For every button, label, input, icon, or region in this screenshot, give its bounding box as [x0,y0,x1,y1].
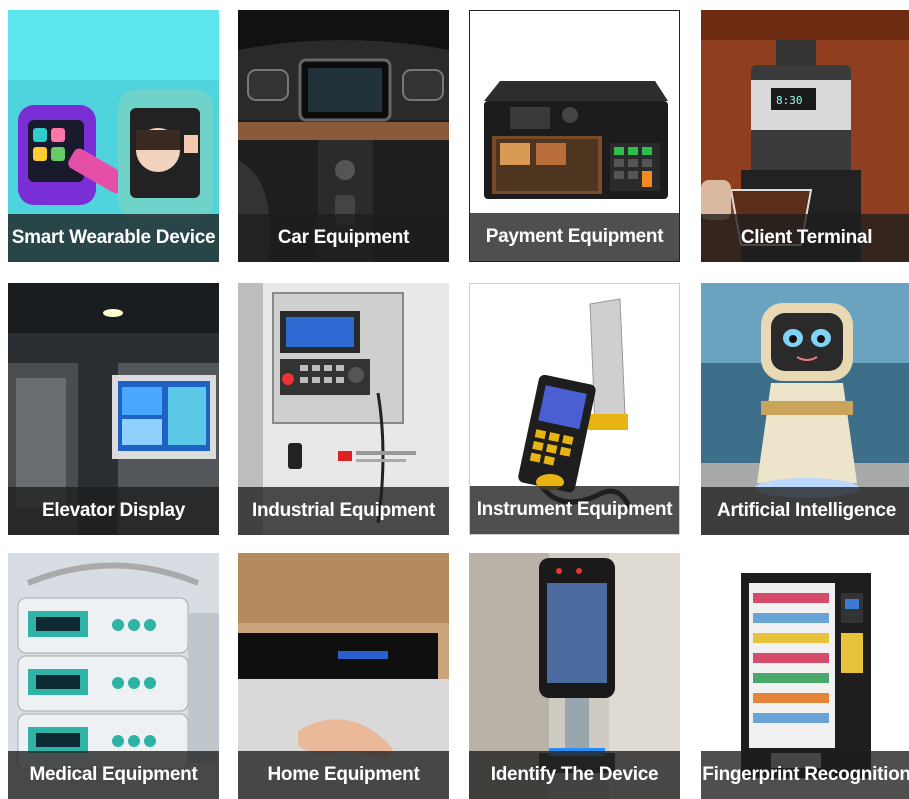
tile-identify-the-device[interactable]: Identify The Device [469,553,680,799]
tile-industrial-equipment[interactable]: Industrial Equipment [238,283,449,535]
tile-label: Elevator Display [8,487,219,535]
tile-home-equipment[interactable]: Home Equipment [238,553,449,799]
tile-fingerprint-recognition[interactable]: Fingerprint Recognition [701,553,909,799]
tile-label: Car Equipment [238,214,449,262]
tile-label: Identify The Device [469,751,680,799]
tile-label: Home Equipment [238,751,449,799]
tile-medical-equipment[interactable]: Medical Equipment [8,553,219,799]
product-category-grid: Smart Wearable Device Car Equipment Paym… [0,0,909,799]
tile-label: Industrial Equipment [238,487,449,535]
svg-text:8:30: 8:30 [776,94,803,107]
tile-label: Instrument Equipment [470,486,679,534]
tile-instrument-equipment[interactable]: Instrument Equipment [469,283,680,535]
tile-client-terminal[interactable]: 8:30 Client Terminal [701,10,909,262]
tile-label: Client Terminal [701,214,909,262]
tile-label: Payment Equipment [470,213,679,261]
tile-elevator-display[interactable]: Elevator Display [8,283,219,535]
tile-label: Fingerprint Recognition [701,751,909,799]
tile-label: Artificial Intelligence [701,487,909,535]
tile-car-equipment[interactable]: Car Equipment [238,10,449,262]
tile-smart-wearable-device[interactable]: Smart Wearable Device [8,10,219,262]
tile-payment-equipment[interactable]: Payment Equipment [469,10,680,262]
tile-artificial-intelligence[interactable]: Artificial Intelligence [701,283,909,535]
tile-label: Smart Wearable Device [8,214,219,262]
tile-label: Medical Equipment [8,751,219,799]
